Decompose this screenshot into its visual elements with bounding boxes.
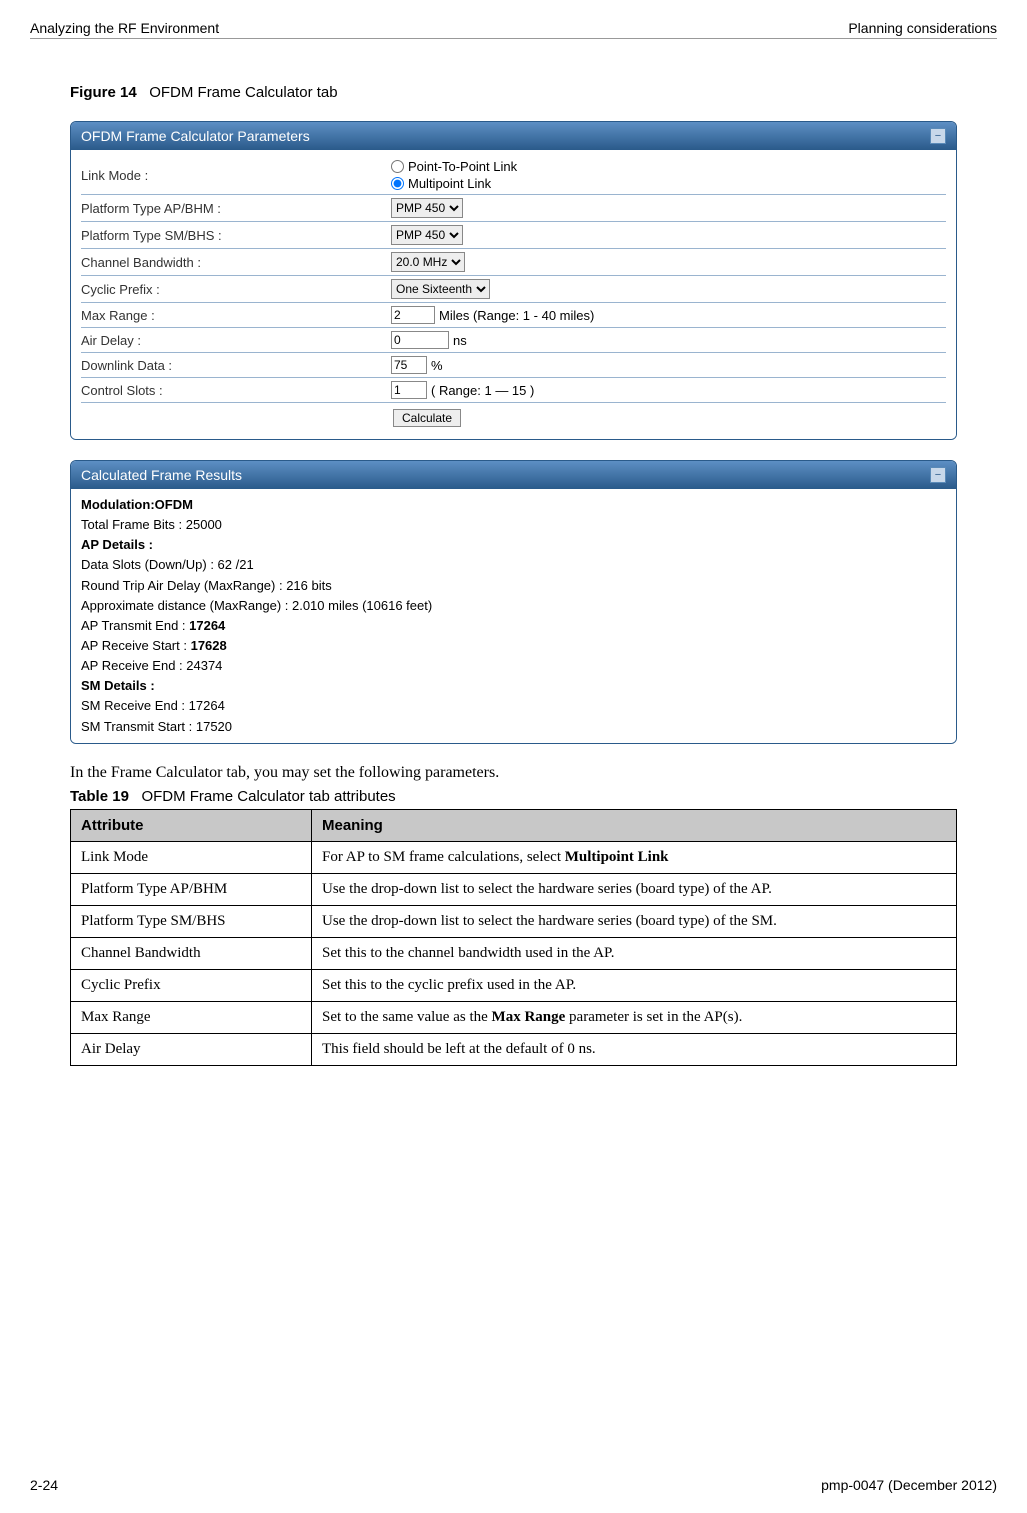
calculated-results-panel: Calculated Frame Results − Modulation:OF…: [70, 460, 957, 744]
row-platform-sm: Platform Type SM/BHS : PMP 450: [81, 222, 946, 249]
result-ap-details: AP Details :: [81, 537, 153, 552]
cell-meaning: Use the drop-down list to select the har…: [312, 905, 957, 937]
label-platform-ap: Platform Type AP/BHM :: [81, 201, 391, 216]
row-channel-bw: Channel Bandwidth : 20.0 MHz: [81, 249, 946, 276]
attributes-table: Attribute Meaning Link Mode For AP to SM…: [70, 809, 957, 1066]
panel-header: Calculated Frame Results −: [71, 461, 956, 489]
cell-attr: Air Delay: [71, 1033, 312, 1065]
table-caption: Table 19 OFDM Frame Calculator tab attri…: [70, 788, 957, 805]
result-data-slots: Data Slots (Down/Up) : 62 /21: [81, 555, 946, 575]
result-distance: Approximate distance (MaxRange) : 2.010 …: [81, 596, 946, 616]
row-air-delay: Air Delay : ns: [81, 328, 946, 353]
input-air-delay[interactable]: [391, 331, 449, 349]
table-row: Cyclic Prefix Set this to the cyclic pre…: [71, 969, 957, 1001]
result-round-trip: Round Trip Air Delay (MaxRange) : 216 bi…: [81, 576, 946, 596]
result-sm-tx-start: SM Transmit Start : 17520: [81, 717, 946, 737]
col-meaning: Meaning: [312, 809, 957, 841]
result-total-frame-bits: Total Frame Bits : 25000: [81, 515, 946, 535]
collapse-icon[interactable]: −: [930, 128, 946, 144]
cell-meaning: Set this to the cyclic prefix used in th…: [312, 969, 957, 1001]
cell-meaning: This field should be left at the default…: [312, 1033, 957, 1065]
cell-attr: Platform Type SM/BHS: [71, 905, 312, 937]
cell-attr: Cyclic Prefix: [71, 969, 312, 1001]
row-downlink: Downlink Data : %: [81, 353, 946, 378]
figure-title: OFDM Frame Calculator tab: [149, 84, 337, 101]
header-left: Analyzing the RF Environment: [30, 20, 219, 36]
cell-attr: Channel Bandwidth: [71, 937, 312, 969]
input-downlink[interactable]: [391, 356, 427, 374]
select-platform-ap[interactable]: PMP 450: [391, 198, 463, 218]
result-ap-rx-start-value: 17628: [191, 638, 227, 653]
table-title: OFDM Frame Calculator tab attributes: [141, 788, 395, 805]
figure-caption: Figure 14 OFDM Frame Calculator tab: [70, 84, 997, 101]
radio-mp-input[interactable]: [391, 177, 404, 190]
result-sm-details: SM Details :: [81, 678, 155, 693]
row-max-range: Max Range : Miles (Range: 1 - 40 miles): [81, 303, 946, 328]
cell-attr: Platform Type AP/BHM: [71, 873, 312, 905]
result-sm-rx-end: SM Receive End : 17264: [81, 696, 946, 716]
cell-meaning: Set this to the channel bandwidth used i…: [312, 937, 957, 969]
collapse-icon[interactable]: −: [930, 467, 946, 483]
page-footer: 2-24 pmp-0047 (December 2012): [30, 1477, 997, 1493]
result-ap-rx-end: AP Receive End : 24374: [81, 656, 946, 676]
table-row: Channel Bandwidth Set this to the channe…: [71, 937, 957, 969]
ofdm-parameters-panel: OFDM Frame Calculator Parameters − Link …: [70, 121, 957, 440]
label-max-range: Max Range :: [81, 308, 391, 323]
label-channel-bw: Channel Bandwidth :: [81, 255, 391, 270]
table-row: Max Range Set to the same value as the M…: [71, 1001, 957, 1033]
footer-doc-id: pmp-0047 (December 2012): [821, 1477, 997, 1493]
label-link-mode: Link Mode :: [81, 168, 391, 183]
table-number: Table 19: [70, 788, 129, 805]
radio-point-to-point[interactable]: Point-To-Point Link: [391, 159, 517, 174]
suffix-air-delay: ns: [453, 333, 467, 348]
header-right: Planning considerations: [848, 20, 997, 36]
row-cyclic-prefix: Cyclic Prefix : One Sixteenth: [81, 276, 946, 303]
row-link-mode: Link Mode : Point-To-Point Link Multipoi…: [81, 156, 946, 195]
label-cyclic-prefix: Cyclic Prefix :: [81, 282, 391, 297]
suffix-max-range: Miles (Range: 1 - 40 miles): [439, 308, 594, 323]
select-cyclic-prefix[interactable]: One Sixteenth: [391, 279, 490, 299]
table-row: Link Mode For AP to SM frame calculation…: [71, 841, 957, 873]
select-channel-bw[interactable]: 20.0 MHz: [391, 252, 465, 272]
intro-text: In the Frame Calculator tab, you may set…: [70, 764, 957, 782]
row-platform-ap: Platform Type AP/BHM : PMP 450: [81, 195, 946, 222]
table-row: Platform Type SM/BHS Use the drop-down l…: [71, 905, 957, 937]
table-row: Air Delay This field should be left at t…: [71, 1033, 957, 1065]
label-platform-sm: Platform Type SM/BHS :: [81, 228, 391, 243]
panel-title: Calculated Frame Results: [81, 467, 242, 483]
col-attribute: Attribute: [71, 809, 312, 841]
cell-meaning: Use the drop-down list to select the har…: [312, 873, 957, 905]
radio-multipoint[interactable]: Multipoint Link: [391, 176, 517, 191]
cell-attr: Max Range: [71, 1001, 312, 1033]
input-max-range[interactable]: [391, 306, 435, 324]
suffix-control-slots: ( Range: 1 — 15 ): [431, 383, 534, 398]
page-header: Analyzing the RF Environment Planning co…: [30, 20, 997, 36]
label-downlink: Downlink Data :: [81, 358, 391, 373]
table-row: Platform Type AP/BHM Use the drop-down l…: [71, 873, 957, 905]
suffix-downlink: %: [431, 358, 443, 373]
figure-number: Figure 14: [70, 84, 137, 101]
calculate-button[interactable]: Calculate: [393, 409, 461, 427]
cell-attr: Link Mode: [71, 841, 312, 873]
row-control-slots: Control Slots : ( Range: 1 — 15 ): [81, 378, 946, 403]
panel-title: OFDM Frame Calculator Parameters: [81, 128, 310, 144]
result-ap-rx-start-label: AP Receive Start :: [81, 638, 191, 653]
input-control-slots[interactable]: [391, 381, 427, 399]
cell-meaning: For AP to SM frame calculations, select …: [312, 841, 957, 873]
result-ap-tx-end-label: AP Transmit End :: [81, 618, 189, 633]
footer-page-number: 2-24: [30, 1477, 58, 1493]
result-ap-tx-end-value: 17264: [189, 618, 225, 633]
radio-ptp-input[interactable]: [391, 160, 404, 173]
panel-header: OFDM Frame Calculator Parameters −: [71, 122, 956, 150]
cell-meaning: Set to the same value as the Max Range p…: [312, 1001, 957, 1033]
label-air-delay: Air Delay :: [81, 333, 391, 348]
result-modulation: Modulation:OFDM: [81, 497, 193, 512]
label-control-slots: Control Slots :: [81, 383, 391, 398]
select-platform-sm[interactable]: PMP 450: [391, 225, 463, 245]
header-divider: [30, 38, 997, 39]
